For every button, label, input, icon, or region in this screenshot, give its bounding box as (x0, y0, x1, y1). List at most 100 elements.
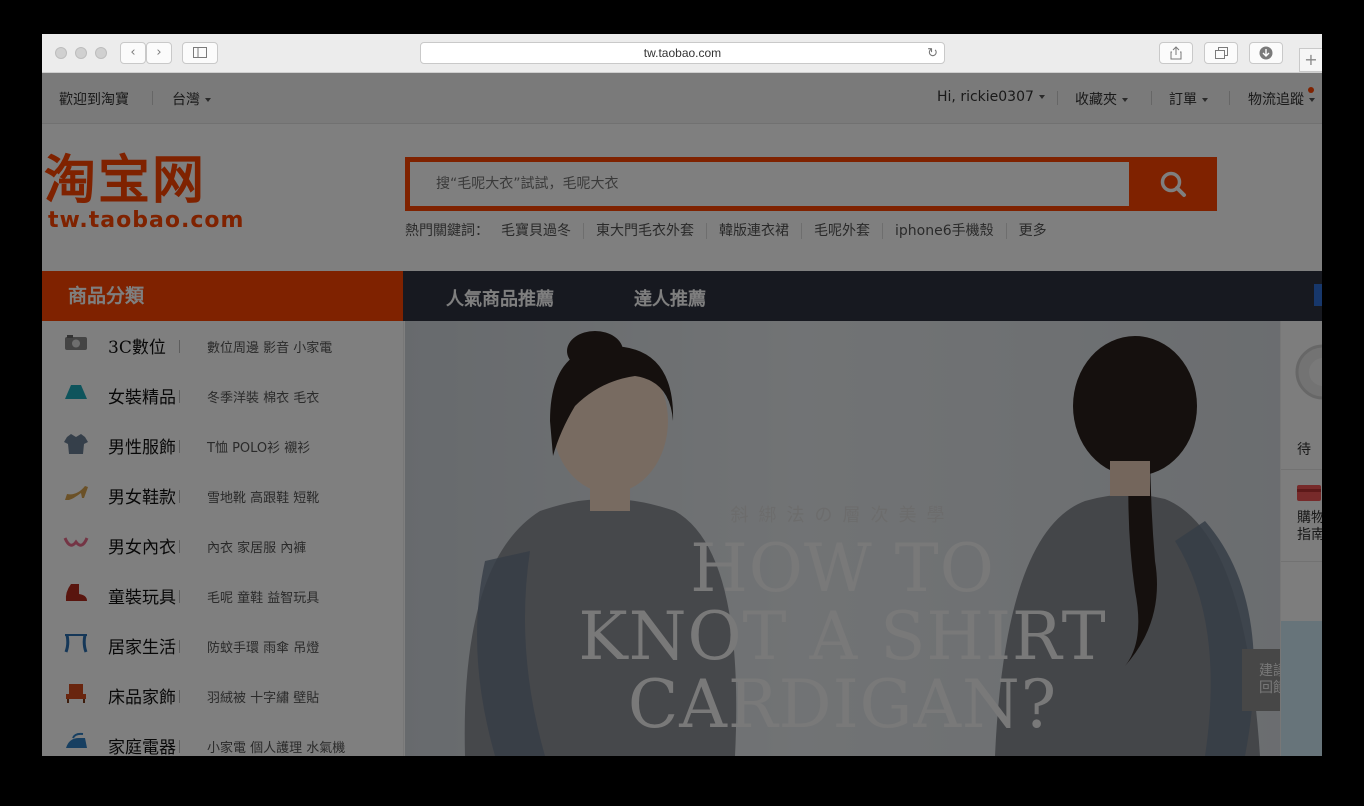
category-subcategories[interactable]: 雪地靴 高跟鞋 短靴 (207, 487, 319, 506)
category-subcategories[interactable]: 內衣 家居服 內褲 (207, 537, 306, 556)
web-page: 歡迎到淘寶 台灣 Hi, rickie0307 收藏夾 訂單 物流追蹤 淘宝网 … (42, 73, 1322, 756)
banner-tagline: 斜綁法の層次美學 (730, 505, 955, 526)
hot-keyword-link[interactable]: 韓版連衣裙 (707, 223, 802, 239)
category-title: 商品分類 (68, 285, 145, 307)
category-item[interactable]: 床品家飾 羽絨被 十字繡 壁貼 (42, 671, 403, 721)
caret-down-icon (1122, 98, 1128, 102)
category-subcategories[interactable]: 羽絨被 十字繡 壁貼 (207, 687, 319, 706)
category-name: 女裝精品 (108, 388, 176, 408)
logistics-menu[interactable]: 物流追蹤 (1248, 89, 1315, 109)
plus-icon: + (1304, 50, 1318, 69)
divider (179, 640, 180, 653)
category-name: 男性服飾 (108, 438, 176, 458)
search-input[interactable] (410, 162, 1129, 206)
back-button[interactable]: ‹ (120, 42, 146, 64)
hero-banner[interactable]: 斜綁法の層次美學 HOW TO KNOT A SHIRT CARDIGAN? 建… (405, 321, 1280, 756)
divider (152, 91, 153, 105)
hot-keywords-label: 熱門關鍵詞： (405, 223, 489, 239)
caret-down-icon (205, 98, 211, 102)
divider (179, 390, 180, 403)
forward-button[interactable]: › (146, 42, 172, 64)
category-item[interactable]: 居家生活 防蚊手環 雨傘 吊燈 (42, 621, 403, 671)
url-text: tw.taobao.com (643, 46, 722, 60)
caret-down-icon (1038, 95, 1045, 99)
region-selector[interactable]: 台灣 (172, 89, 211, 109)
site-logo[interactable]: 淘宝网 tw.taobao.com (44, 153, 244, 233)
more-keywords-link[interactable]: 更多 (1007, 223, 1059, 239)
divider (179, 490, 180, 503)
category-item[interactable]: 童裝玩具 毛呢 童鞋 益智玩具 (42, 571, 403, 621)
region-label: 台灣 (172, 92, 200, 108)
chevron-left-icon: ‹ (130, 45, 136, 60)
divider (1151, 91, 1152, 105)
baby-shoe-icon (62, 582, 90, 606)
category-item[interactable]: 3C數位 數位周邊 影音 小家電 (42, 321, 403, 371)
category-list: 3C數位 數位周邊 影音 小家電 女裝精品 冬季洋裝 棉衣 毛衣 男性服飾 T恤… (42, 321, 404, 756)
category-item[interactable]: 家庭電器 小家電 個人護理 水氣機 (42, 721, 403, 756)
category-subcategories[interactable]: 小家電 個人護理 水氣機 (207, 737, 345, 756)
tabs-overview-button[interactable] (1204, 42, 1238, 64)
logo-wordmark: 淘宝网 (44, 151, 207, 211)
share-button[interactable] (1159, 42, 1193, 64)
feedback-label: 回饋 (1259, 680, 1280, 696)
tab-popular-products[interactable]: 人氣商品推薦 (446, 285, 554, 311)
curtain-icon (62, 632, 90, 656)
promo-strip[interactable] (1281, 621, 1322, 756)
share-icon (1170, 46, 1182, 60)
category-subcategories[interactable]: 防蚊手環 雨傘 吊燈 (207, 637, 319, 656)
sidebar-button[interactable] (182, 42, 218, 64)
search-button[interactable] (1129, 157, 1217, 211)
divider (179, 740, 180, 753)
user-name: Hi, rickie0307 (937, 89, 1034, 105)
banner-headline: HOW TO (690, 530, 995, 607)
category-name: 男女內衣 (108, 538, 176, 558)
skirt-icon (62, 382, 90, 406)
pending-avatar-icon (1295, 344, 1322, 400)
divider (1057, 91, 1058, 105)
orders-menu[interactable]: 訂單 (1169, 89, 1208, 109)
hot-keyword-link[interactable]: iphone6手機殼 (883, 223, 1007, 239)
category-item[interactable]: 女裝精品 冬季洋裝 棉衣 毛衣 (42, 371, 403, 421)
close-window-button[interactable] (55, 47, 67, 59)
site-topbar: 歡迎到淘寶 台灣 Hi, rickie0307 收藏夾 訂單 物流追蹤 (42, 73, 1322, 124)
category-item[interactable]: 男性服飾 T恤 POLO衫 襯衫 (42, 421, 403, 471)
category-name: 居家生活 (108, 638, 176, 658)
zoom-window-button[interactable] (95, 47, 107, 59)
divider (179, 440, 180, 453)
logo-domain: tw.taobao.com (48, 208, 245, 233)
category-subcategories[interactable]: 冬季洋裝 棉衣 毛衣 (207, 387, 319, 406)
category-item[interactable]: 男女鞋款 雪地靴 高跟鞋 短靴 (42, 471, 403, 521)
browser-toolbar: ‹ › tw.taobao.com ↻ + (42, 34, 1322, 73)
category-item[interactable]: 男女內衣 內衣 家居服 內褲 (42, 521, 403, 571)
category-subcategories[interactable]: 毛呢 童鞋 益智玩具 (207, 587, 319, 606)
caret-down-icon (1202, 98, 1208, 102)
divider (179, 340, 180, 353)
downloads-button[interactable] (1249, 42, 1283, 64)
divider (179, 540, 180, 553)
hot-keywords: 熱門關鍵詞： 毛寶貝過冬 東大門毛衣外套 韓版連衣裙 毛呢外套 iphone6手機殼 更多 (405, 220, 1059, 240)
shopping-guide-label[interactable]: 指南 (1297, 524, 1322, 544)
card-icon (1297, 485, 1321, 501)
new-tab-button[interactable]: + (1299, 48, 1322, 72)
address-bar[interactable]: tw.taobao.com ↻ (420, 42, 945, 64)
minimize-window-button[interactable] (75, 47, 87, 59)
download-icon (1259, 46, 1273, 60)
user-menu[interactable]: Hi, rickie0307 (937, 89, 1045, 105)
hot-keyword-link[interactable]: 東大門毛衣外套 (584, 223, 707, 239)
search-box (405, 157, 1217, 211)
reload-icon[interactable]: ↻ (927, 43, 938, 63)
divider (1229, 91, 1230, 105)
category-subcategories[interactable]: T恤 POLO衫 襯衫 (207, 437, 310, 456)
chevron-right-icon: › (156, 45, 162, 60)
feedback-button[interactable]: 建議 回饋 (1242, 649, 1280, 711)
hot-keyword-link[interactable]: 毛呢外套 (802, 223, 883, 239)
favorites-menu[interactable]: 收藏夾 (1075, 89, 1128, 109)
hot-keyword-link[interactable]: 毛寶貝過冬 (489, 223, 584, 239)
category-subcategories[interactable]: 數位周邊 影音 小家電 (207, 337, 332, 356)
divider (179, 590, 180, 603)
tab-expert-picks[interactable]: 達人推薦 (634, 285, 706, 311)
banner-headline: CARDIGAN? (627, 666, 1058, 743)
right-panel-label[interactable]: 待 (1297, 439, 1311, 459)
iron-icon (62, 732, 90, 756)
category-name: 3C數位 (108, 338, 166, 358)
